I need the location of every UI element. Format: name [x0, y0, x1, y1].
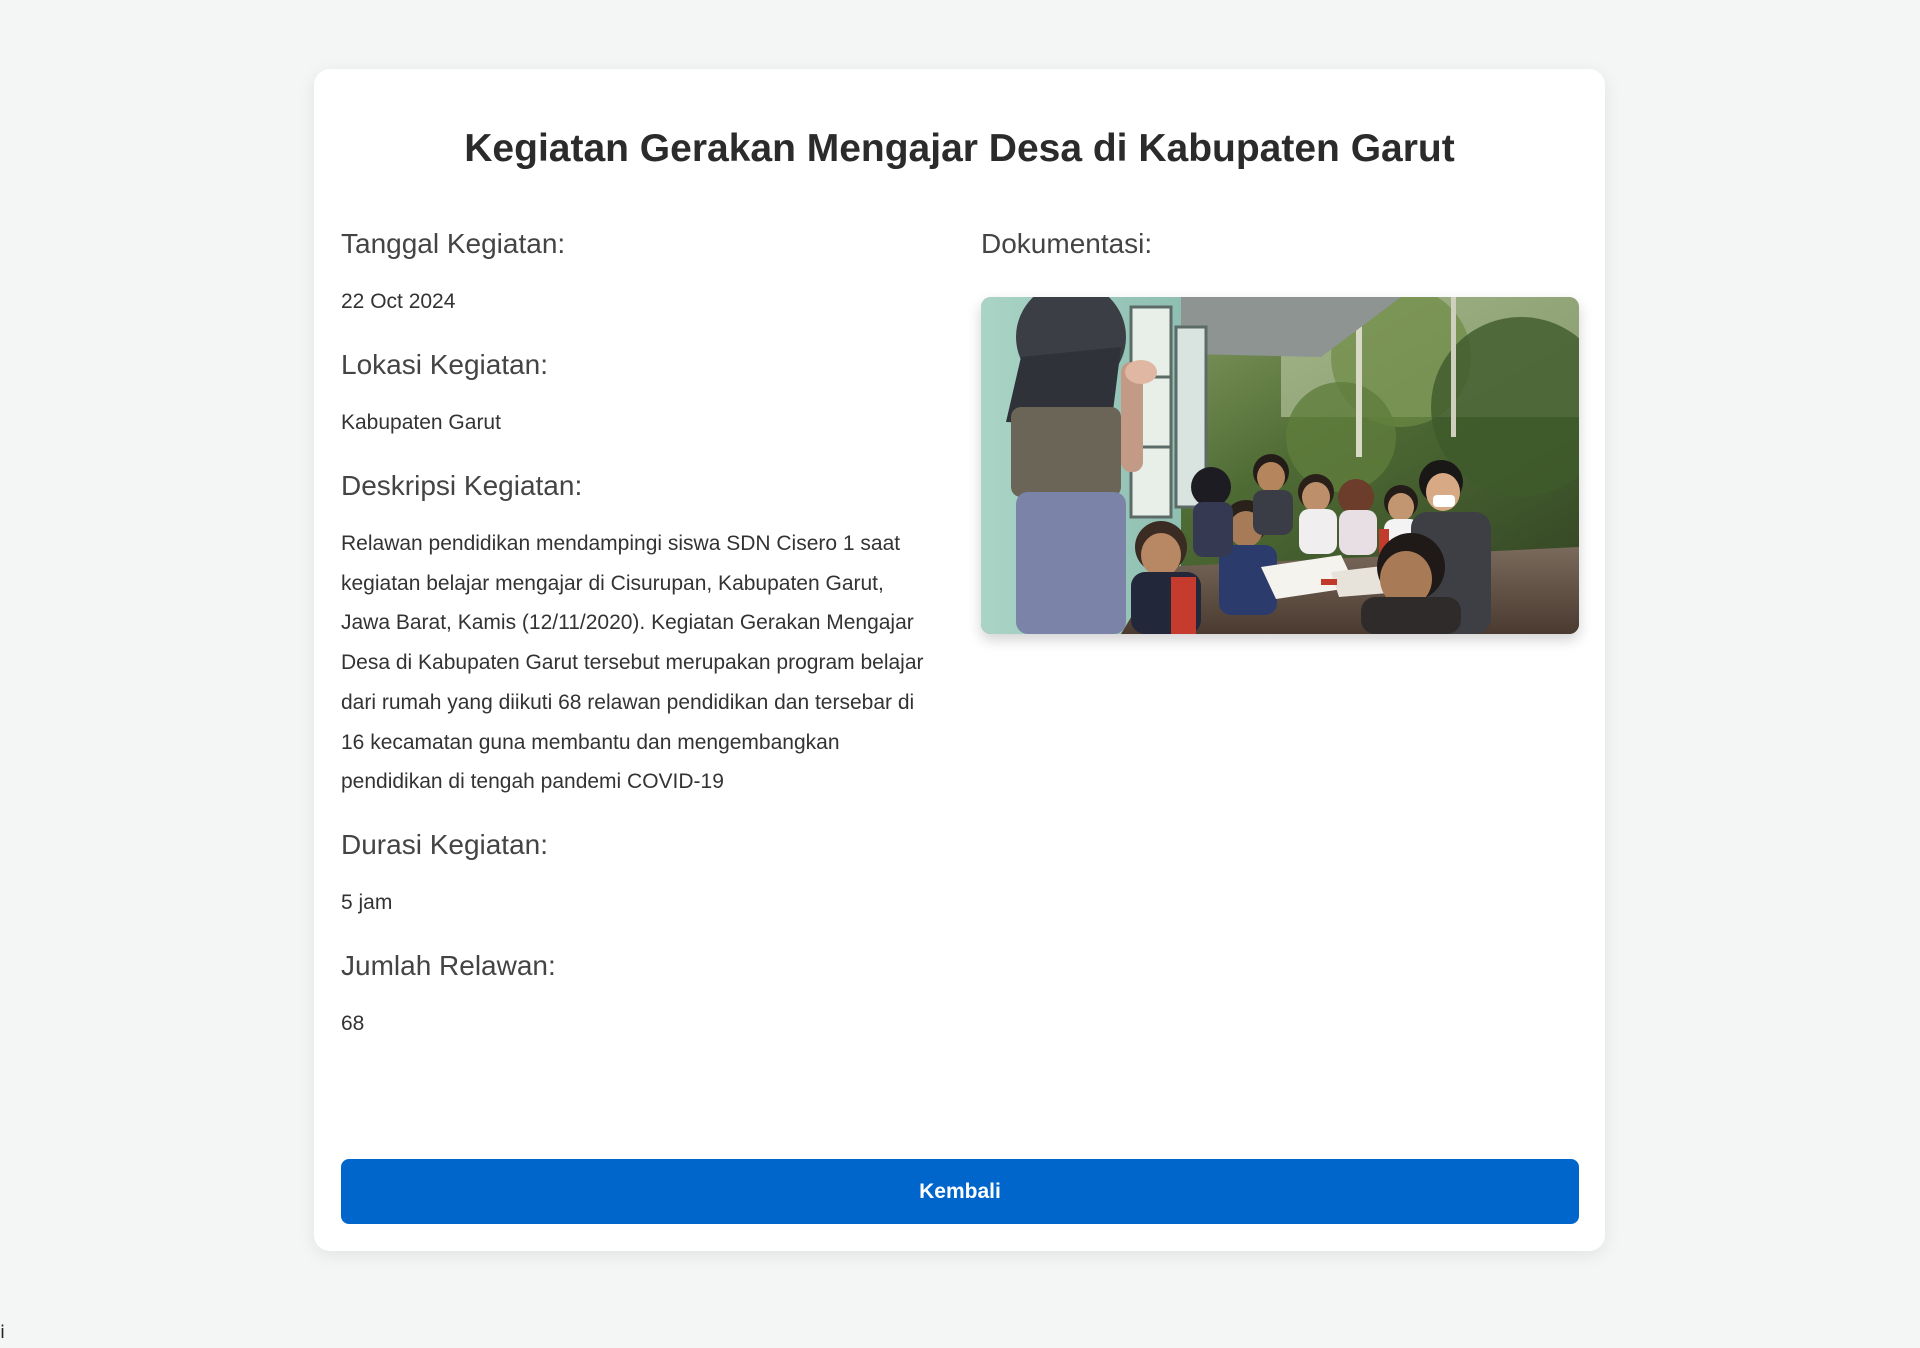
documentation-photo: [981, 297, 1579, 634]
volunteers-label: Jumlah Relawan:: [341, 949, 556, 981]
duration-label: Durasi Kegiatan:: [341, 828, 549, 860]
documentation-column: Dokumentasi:: [981, 225, 1579, 634]
location-label: Lokasi Kegiatan:: [341, 349, 549, 380]
location-value: Kabupaten Garut: [341, 411, 501, 434]
documentation-label: Dokumentasi:: [981, 228, 1153, 259]
back-button[interactable]: Kembali: [341, 1159, 1579, 1224]
volunteers-value: 68: [341, 1011, 365, 1035]
description-value: Relawan pendidikan mendampingi siswa SDN…: [341, 532, 924, 794]
page-title: Kegiatan Gerakan Mengajar Desa di Kabupa…: [464, 127, 1455, 170]
date-label: Tanggal Kegiatan:: [341, 228, 566, 259]
corner-text: i: [0, 1322, 6, 1343]
date-value: 22 Oct 2024: [341, 290, 456, 313]
activity-detail-card: Kegiatan Gerakan Mengajar Desa di Kabupa…: [314, 69, 1605, 1251]
description-label: Deskripsi Kegiatan:: [341, 470, 583, 501]
details-column: Tanggal Kegiatan: 22 Oct 2024 Lokasi Keg…: [341, 225, 936, 1068]
duration-value: 5 jam: [341, 890, 393, 914]
